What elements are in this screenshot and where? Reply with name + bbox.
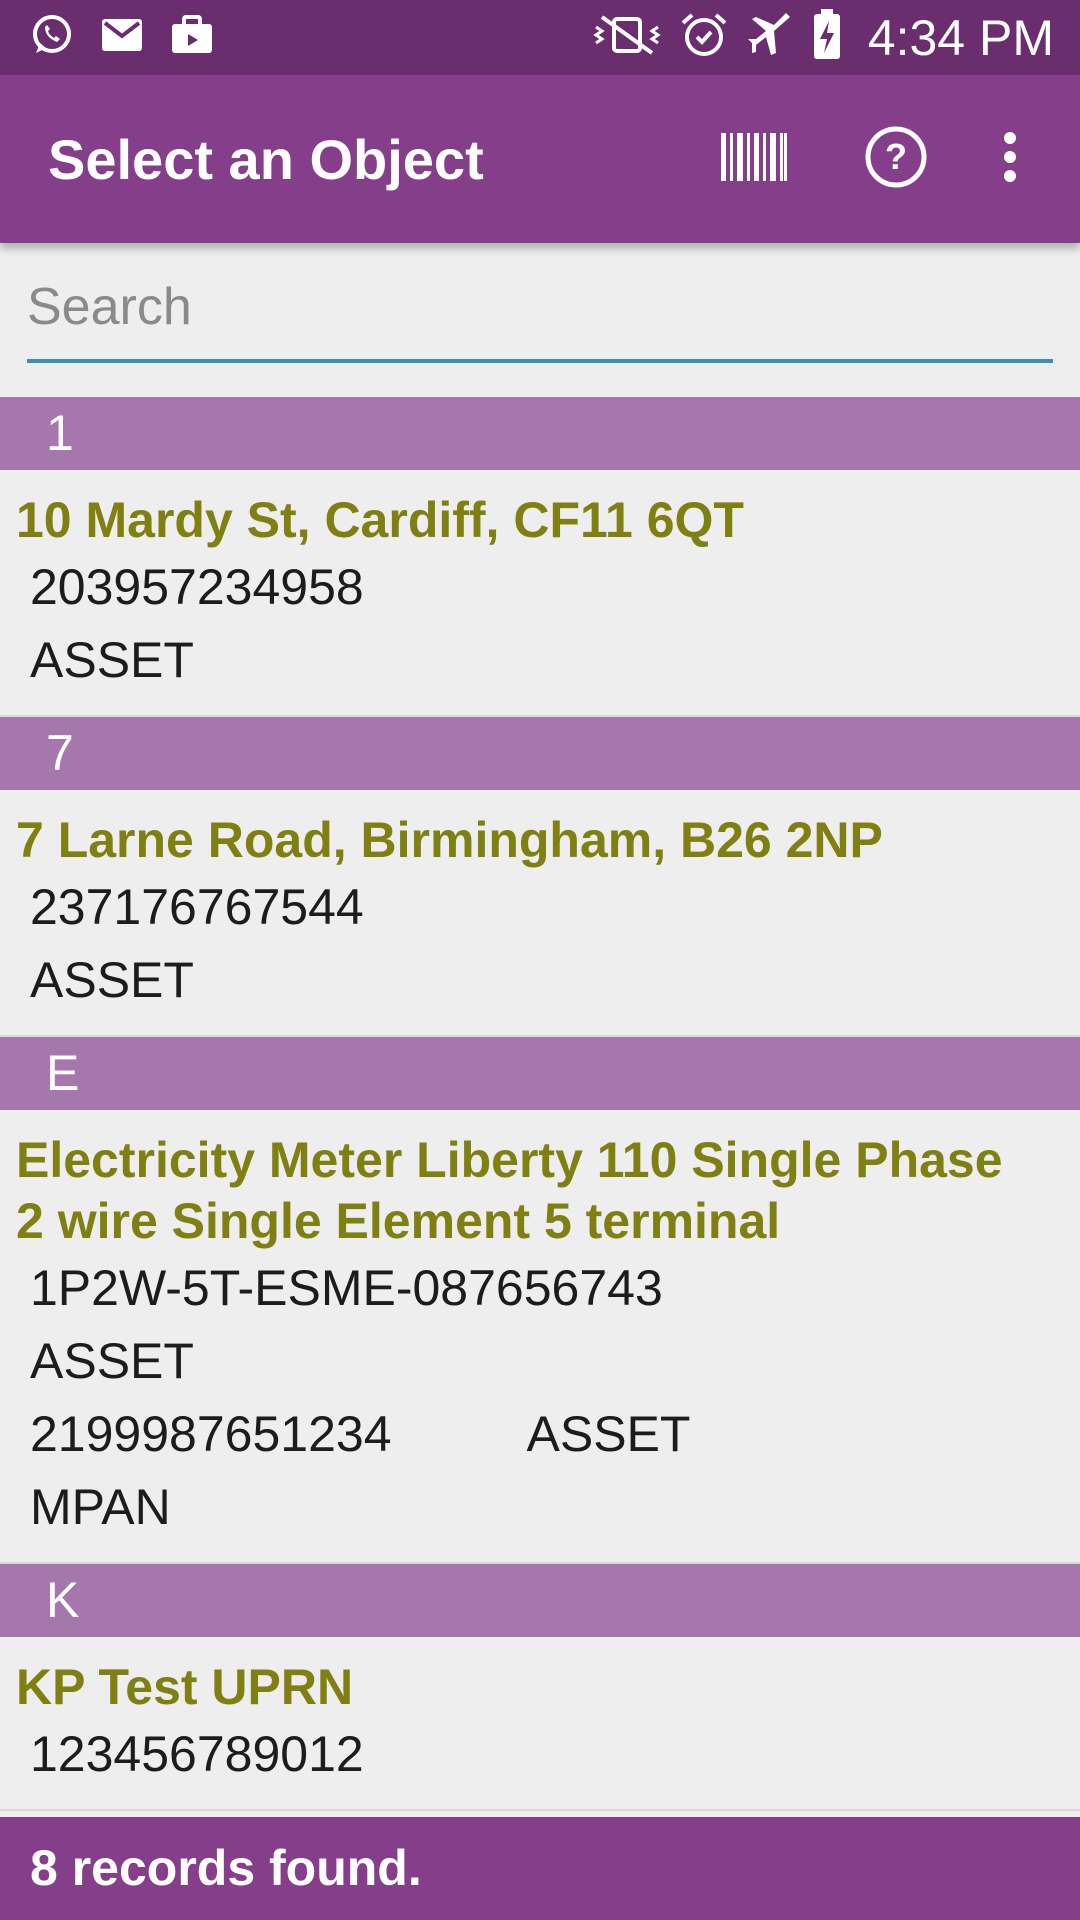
item-detail-value: 2199987651234 [30, 1406, 392, 1462]
item-detail-value: 203957234958 [30, 559, 364, 615]
section-header: 1 [0, 397, 1080, 470]
item-detail-value: ASSET [30, 632, 194, 688]
app-bar-actions: ? [704, 109, 1080, 209]
airplane-mode-icon [746, 11, 794, 64]
svg-text:?: ? [885, 136, 907, 177]
item-detail-value: MPAN [30, 1479, 171, 1535]
help-button[interactable]: ? [846, 109, 946, 209]
item-title: KP Test UPRN [16, 1659, 354, 1715]
overflow-menu-button[interactable] [980, 109, 1040, 209]
item-detail-value: ASSET [30, 1333, 194, 1389]
item-detail-line: ASSET [0, 624, 1080, 697]
search-container [27, 255, 1053, 367]
whatsapp-icon [30, 13, 74, 62]
section-header: E [0, 1037, 1080, 1110]
briefcase-icon [170, 15, 214, 60]
notification-icons [30, 13, 214, 62]
item-detail-line: ASSET [0, 1325, 1080, 1398]
section-header: K [0, 1564, 1080, 1637]
item-detail-value: 123456789012 [30, 1726, 364, 1782]
item-detail-value: 1P2W-5T-ESME-087656743 [30, 1260, 663, 1316]
item-detail-type: ASSET [526, 1406, 691, 1462]
item-detail-value: 237176767544 [30, 879, 364, 935]
page-title: Select an Object [48, 127, 484, 191]
help-icon: ? [864, 125, 928, 194]
mute-vibrate-icon [592, 13, 662, 62]
status-bar: 4:34 PM [0, 0, 1080, 75]
item-detail-line: 203957234958 [0, 551, 1080, 624]
system-icons: 4:34 PM [592, 9, 1054, 67]
item-detail-line: 2199987651234 ASSET [0, 1398, 1080, 1471]
list-item[interactable]: 10 Mardy St, Cardiff, CF11 6QT 2039572349… [0, 470, 1080, 717]
records-count-text: 8 records found. [30, 1840, 422, 1896]
item-detail-line: 1P2W-5T-ESME-087656743 [0, 1252, 1080, 1325]
app-bar: Select an Object ? [0, 75, 1080, 243]
battery-charging-icon [812, 9, 842, 66]
clock: 4:34 PM [867, 9, 1054, 66]
overflow-menu-icon [1003, 131, 1017, 188]
email-icon [100, 17, 144, 58]
object-list: 1 10 Mardy St, Cardiff, CF11 6QT 203957234… [0, 397, 1080, 1811]
alarm-icon [680, 11, 728, 64]
item-title: 10 Mardy St, Cardiff, CF11 6QT [16, 492, 744, 548]
item-detail-line: MPAN [0, 1471, 1080, 1544]
search-input[interactable] [27, 255, 1053, 363]
item-detail-value: ASSET [30, 952, 194, 1008]
barcode-scan-button[interactable] [704, 109, 804, 209]
list-item[interactable]: 7 Larne Road, Birmingham, B26 2NP 2371767… [0, 790, 1080, 1037]
item-detail-line: 237176767544 [0, 871, 1080, 944]
item-title: Electricity Meter Liberty 110 Single Pha… [16, 1132, 1003, 1249]
item-detail-line: 123456789012 [0, 1718, 1080, 1791]
list-item[interactable]: Electricity Meter Liberty 110 Single Pha… [0, 1110, 1080, 1564]
item-detail-line: ASSET [0, 944, 1080, 1017]
barcode-icon [721, 132, 787, 186]
item-title: 7 Larne Road, Birmingham, B26 2NP [16, 812, 883, 868]
records-count-bar: 8 records found. [0, 1817, 1080, 1920]
list-item[interactable]: KP Test UPRN 123456789012 [0, 1637, 1080, 1811]
section-header: 7 [0, 717, 1080, 790]
